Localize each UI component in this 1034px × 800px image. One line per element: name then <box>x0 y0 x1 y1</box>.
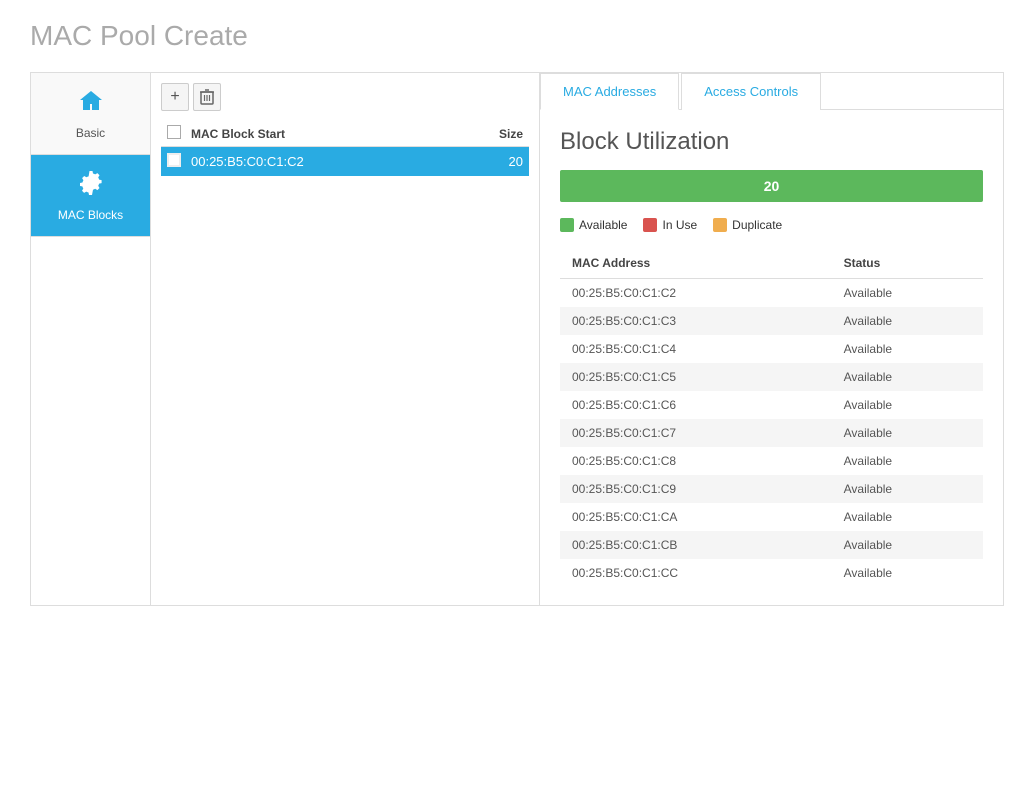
legend: Available In Use Duplicate <box>560 218 983 232</box>
status-cell: Available <box>832 475 983 503</box>
row-checkbox[interactable] <box>167 153 181 167</box>
legend-available-label: Available <box>579 218 627 232</box>
sidebar-basic-label: Basic <box>76 126 105 140</box>
mac-table-row[interactable]: 00:25:B5:C0:C1:C9 Available <box>560 475 983 503</box>
status-cell: Available <box>832 419 983 447</box>
status-cell: Available <box>832 559 983 587</box>
sidebar: Basic MAC Blocks <box>30 72 150 606</box>
home-icon <box>77 87 105 122</box>
sidebar-mac-blocks-label: MAC Blocks <box>58 208 123 222</box>
mac-table-row[interactable]: 00:25:B5:C0:C1:CC Available <box>560 559 983 587</box>
legend-available: Available <box>560 218 627 232</box>
size-col-header: Size <box>473 127 523 141</box>
legend-in-use: In Use <box>643 218 697 232</box>
status-cell: Available <box>832 531 983 559</box>
content-left-panel: + MAC Block Start Size <box>150 72 540 606</box>
header-checkbox[interactable] <box>167 125 181 139</box>
row-size: 20 <box>473 154 523 169</box>
right-content: Block Utilization 20 Available In Use <box>540 110 1003 605</box>
status-cell: Available <box>832 335 983 363</box>
mac-address-col-header: MAC Address <box>560 248 832 279</box>
legend-in-use-dot <box>643 218 657 232</box>
mac-table-row[interactable]: 00:25:B5:C0:C1:C4 Available <box>560 335 983 363</box>
mac-table-row[interactable]: 00:25:B5:C0:C1:C2 Available <box>560 279 983 308</box>
status-cell: Available <box>832 307 983 335</box>
page-title: MAC Pool Create <box>30 20 1004 52</box>
table-row[interactable]: 00:25:B5:C0:C1:C2 20 <box>161 147 529 176</box>
progress-bar-container: 20 <box>560 170 983 202</box>
tab-access-controls[interactable]: Access Controls <box>681 73 821 110</box>
mac-table-row[interactable]: 00:25:B5:C0:C1:CB Available <box>560 531 983 559</box>
legend-duplicate: Duplicate <box>713 218 782 232</box>
content-right-panel: MAC Addresses Access Controls Block Util… <box>540 72 1004 606</box>
gear-icon <box>77 169 105 204</box>
status-cell: Available <box>832 447 983 475</box>
mac-col-header: MAC Block Start <box>191 127 473 141</box>
legend-available-dot <box>560 218 574 232</box>
mac-table-row[interactable]: 00:25:B5:C0:C1:CA Available <box>560 503 983 531</box>
check-col-header <box>167 125 191 142</box>
mac-table-row[interactable]: 00:25:B5:C0:C1:C3 Available <box>560 307 983 335</box>
legend-duplicate-label: Duplicate <box>732 218 782 232</box>
mac-address-cell: 00:25:B5:C0:C1:CC <box>560 559 832 587</box>
mac-address-cell: 00:25:B5:C0:C1:C6 <box>560 391 832 419</box>
mac-address-cell: 00:25:B5:C0:C1:C5 <box>560 363 832 391</box>
mac-table-row[interactable]: 00:25:B5:C0:C1:C6 Available <box>560 391 983 419</box>
sidebar-item-mac-blocks[interactable]: MAC Blocks <box>31 155 150 237</box>
status-col-header: Status <box>832 248 983 279</box>
delete-button[interactable] <box>193 83 221 111</box>
mac-address-cell: 00:25:B5:C0:C1:C9 <box>560 475 832 503</box>
add-button[interactable]: + <box>161 83 189 111</box>
tabs: MAC Addresses Access Controls <box>540 73 1003 110</box>
mac-address-cell: 00:25:B5:C0:C1:C7 <box>560 419 832 447</box>
mac-addresses-table: MAC Address Status 00:25:B5:C0:C1:C2 Ava… <box>560 248 983 587</box>
main-layout: Basic MAC Blocks + <box>30 72 1004 606</box>
mac-address-cell: 00:25:B5:C0:C1:CA <box>560 503 832 531</box>
tab-mac-addresses[interactable]: MAC Addresses <box>540 73 679 110</box>
progress-bar-label: 20 <box>764 178 780 194</box>
mac-address-cell: 00:25:B5:C0:C1:C2 <box>560 279 832 308</box>
legend-in-use-label: In Use <box>662 218 697 232</box>
mac-table-row[interactable]: 00:25:B5:C0:C1:C7 Available <box>560 419 983 447</box>
status-cell: Available <box>832 503 983 531</box>
mac-address-cell: 00:25:B5:C0:C1:C4 <box>560 335 832 363</box>
mac-table-row[interactable]: 00:25:B5:C0:C1:C8 Available <box>560 447 983 475</box>
mac-table-row[interactable]: 00:25:B5:C0:C1:C5 Available <box>560 363 983 391</box>
legend-duplicate-dot <box>713 218 727 232</box>
progress-bar: 20 <box>560 170 983 202</box>
status-cell: Available <box>832 391 983 419</box>
block-utilization-title: Block Utilization <box>560 128 983 156</box>
toolbar: + <box>161 83 529 111</box>
mac-address-cell: 00:25:B5:C0:C1:C3 <box>560 307 832 335</box>
mac-address-cell: 00:25:B5:C0:C1:C8 <box>560 447 832 475</box>
page: MAC Pool Create Basic <box>0 0 1034 800</box>
mac-address-cell: 00:25:B5:C0:C1:CB <box>560 531 832 559</box>
status-cell: Available <box>832 363 983 391</box>
blocks-table-header: MAC Block Start Size <box>161 121 529 147</box>
status-cell: Available <box>832 279 983 308</box>
row-mac: 00:25:B5:C0:C1:C2 <box>191 154 473 169</box>
blocks-table-body: 00:25:B5:C0:C1:C2 20 <box>161 147 529 176</box>
sidebar-item-basic[interactable]: Basic <box>31 73 150 155</box>
mac-table-body: 00:25:B5:C0:C1:C2 Available 00:25:B5:C0:… <box>560 279 983 588</box>
